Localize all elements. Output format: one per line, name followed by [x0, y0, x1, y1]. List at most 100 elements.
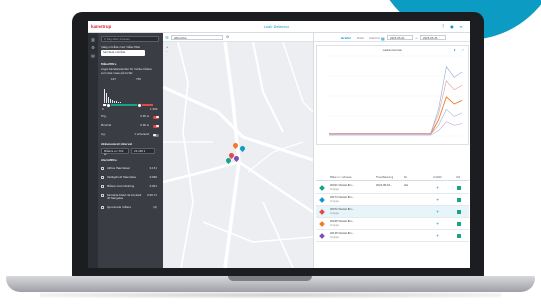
alarm-row[interactable]: Samlede tilslut de konstelr ikt fængelse… — [101, 194, 159, 202]
filters-help-2: som skal vises på kortet — [101, 72, 133, 75]
area-label: Vælg område med måler-filter — [101, 46, 141, 49]
filter-toggle[interactable] — [153, 124, 159, 128]
date-to-input[interactable]: 2023-05-31 — [420, 35, 446, 40]
filter-row-label: Tilg. — [101, 115, 107, 118]
acc-select-value[interactable]: 24.200 ▾ — [131, 148, 155, 154]
row-address: 20174 Vilanke Bro... — [330, 196, 355, 199]
detail-panel: Grafer Data Alarmer ▦ 2023-05-01 → 2023-… — [313, 33, 470, 268]
scale-end: 1.500 — [150, 108, 158, 111]
add-icon[interactable]: + — [436, 233, 439, 238]
row-visible-checkbox[interactable] — [457, 186, 461, 190]
row-group: Gruppe — [330, 212, 339, 215]
laptop-notch — [228, 276, 312, 281]
alarm-row[interactable]: Vedligehold Hændelse 0.066 — [101, 176, 159, 181]
map-toolbar: ☰ Afkoruthe ⚙ — [163, 33, 313, 42]
meter-type-icon — [319, 185, 325, 191]
meter-type-icon — [319, 221, 325, 227]
row-address: 20021 Vilanke Bro... — [330, 184, 355, 187]
row-address: 20128 Vilanke Bro... — [330, 232, 355, 235]
filter-row-tilg: Tilg. 0.00 ⊗ — [101, 115, 159, 120]
filter-row-label: Minimal — [101, 124, 112, 127]
alarm-checkbox[interactable] — [101, 176, 104, 180]
alarm-checkbox[interactable] — [101, 185, 104, 189]
row-visible-checkbox[interactable] — [457, 198, 461, 202]
filters-help-1: Angiv tærskelværdier for hvilke målere — [101, 68, 152, 71]
alarm-row[interactable]: Ignorerede målere (0) — [101, 206, 159, 211]
filter-toggle[interactable] — [153, 133, 159, 137]
calendar-icon[interactable]: ▦ — [381, 36, 385, 41]
alarm-checkbox[interactable] — [101, 167, 104, 171]
chart-icon[interactable]: ▥ — [90, 37, 96, 42]
date-from-input[interactable]: 2023-05-01 — [387, 35, 413, 40]
menu-icon[interactable]: ≡ — [458, 24, 464, 30]
table-row[interactable]: 20072 Vilanke Bro... Gruppe + — [316, 206, 469, 218]
gear-icon[interactable]: ⚙ — [90, 45, 96, 50]
detail-tabs: Grafer Data Alarmer ▦ 2023-05-01 → 2023-… — [314, 33, 470, 42]
layers-icon[interactable]: ☰ — [165, 35, 169, 40]
alarm-value: 0.00.71 — [147, 194, 157, 197]
add-icon[interactable]: + — [436, 197, 439, 202]
tab-data[interactable]: Data — [357, 36, 364, 40]
zoom-out-button[interactable]: – — [166, 49, 170, 53]
range-slider-max-handle[interactable] — [137, 102, 142, 108]
left-rail: ▥ ⚙ ▤ — [88, 33, 98, 268]
acc-select[interactable]: Måleris er i fint er — [101, 148, 129, 156]
user-icon[interactable]: ● — [449, 24, 455, 30]
filter-row-minimal: Minimal 0.00 ⊗ — [101, 124, 159, 129]
section-accumulated: Akkumuleret interval — [101, 143, 133, 146]
leak-volume-chart — [329, 55, 463, 137]
filter-row-label: Lig. — [101, 133, 106, 136]
alarm-row[interactable]: Aktive Hændelser 0.131 — [101, 167, 159, 172]
table-row[interactable]: 20021 Vilanke Bro... Gruppe 2023-08-18... A… — [316, 182, 469, 194]
search-input[interactable]: Q Søg efter adresse — [101, 36, 159, 42]
filter-row-lig: Lig. 1 simuleret — [101, 133, 159, 138]
alarm-row[interactable]: Målere med afvikling 0.001 — [101, 185, 159, 190]
area-select[interactable]: Samlede område — [101, 50, 145, 56]
alarm-label: Målere med afvikling — [107, 185, 135, 188]
table-row[interactable]: 20174 Vilanke Bro... Gruppe + — [316, 194, 469, 206]
add-icon[interactable]: + — [436, 209, 439, 214]
add-icon[interactable]: + — [436, 185, 439, 190]
col-header: Indstilli — [433, 175, 442, 179]
meter-type-icon — [319, 197, 325, 203]
map-view[interactable]: + – — [163, 42, 313, 268]
alarm-checkbox[interactable] — [101, 194, 104, 198]
series-line — [329, 108, 463, 135]
row-visible-checkbox[interactable] — [457, 210, 461, 214]
row-visible-checkbox[interactable] — [457, 234, 461, 238]
help-icon[interactable]: ? — [440, 24, 446, 30]
scale-start: 0 — [102, 108, 104, 111]
app-title: Leak Detector — [264, 25, 290, 29]
tab-graphs[interactable]: Grafer — [341, 36, 351, 40]
row-visible-checkbox[interactable] — [457, 222, 461, 226]
filter-row-value: 0.00 ⊗ — [140, 115, 149, 118]
table-row[interactable]: 20128 Vilanke Bro... Gruppe + — [316, 230, 469, 242]
document-icon[interactable]: ▤ — [90, 53, 96, 58]
alarm-label: Ignorerede målere — [107, 206, 131, 209]
meter-type-icon — [319, 233, 325, 239]
row-date: 2023-08-18... — [376, 184, 393, 187]
map-area-select[interactable]: Afkoruthe — [171, 35, 223, 40]
alarm-label: Aktive Hændelser — [107, 167, 131, 170]
alarm-label: Samlede tilslut de konstelr ikt fængelse — [107, 194, 142, 200]
table-header: Måler-nr / adresse Flowaflæsning Nr. Ind… — [316, 173, 469, 181]
chart-card: Lækkvolumen ⤢ ⬇ — [316, 45, 469, 145]
map-streets — [163, 42, 313, 268]
filter-row-value: 0.00 ⊗ — [140, 124, 149, 127]
range-slider-min-handle[interactable] — [106, 102, 111, 108]
arrow-right-icon: → — [415, 35, 418, 40]
row-group: Gruppe — [330, 188, 339, 191]
alarm-value: 0.066 — [149, 176, 157, 179]
filters-heading: Målerfiltre — [101, 63, 117, 66]
col-header: Flowaflæsning — [376, 175, 394, 179]
settings-icon[interactable]: ⚙ — [226, 35, 229, 39]
col-header: Vist — [456, 175, 461, 179]
add-icon[interactable]: + — [436, 221, 439, 226]
filter-toggle[interactable] — [153, 115, 159, 119]
tab-alarms[interactable]: Alarmer — [369, 36, 380, 40]
laptop-shadow — [40, 292, 501, 298]
alarm-checkbox[interactable] — [101, 206, 104, 210]
alarm-value: 0.131 — [149, 167, 157, 170]
section-alarm: Alarmfiltre — [101, 159, 117, 162]
table-row[interactable]: 20228 Vilanke Bro... Gruppe + — [316, 218, 469, 230]
